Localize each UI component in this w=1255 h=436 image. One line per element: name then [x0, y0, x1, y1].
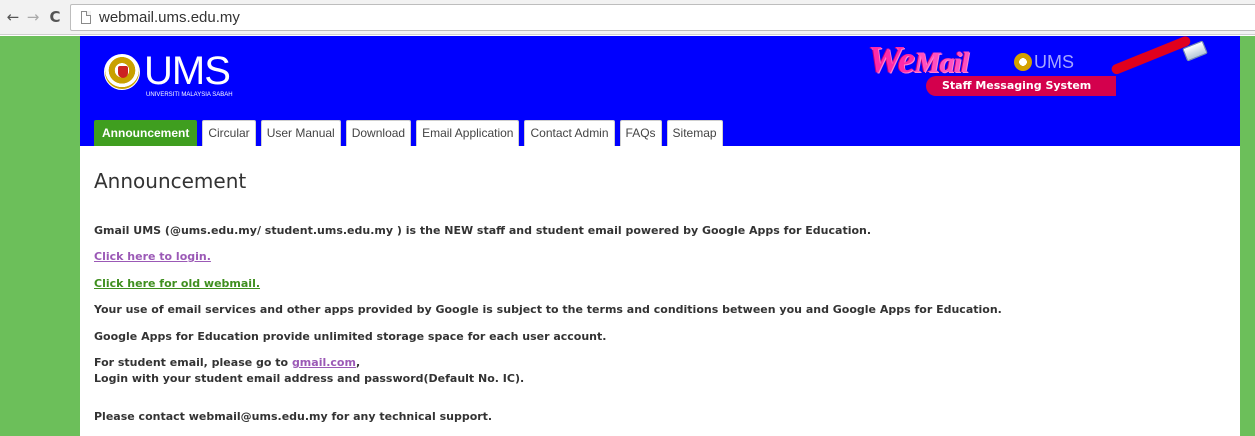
main-nav-tabs: Announcement Circular User Manual Downlo…	[94, 120, 723, 146]
browser-toolbar: ← → C webmail.ums.edu.my	[0, 0, 1255, 35]
login-paragraph: Click here to login.	[94, 250, 211, 264]
address-bar-url[interactable]: webmail.ums.edu.my	[99, 9, 240, 27]
webmail-tagline: Staff Messaging System	[942, 79, 1092, 92]
ums-logo-subtext: UNIVERSITI MALAYSIA SABAH	[146, 92, 233, 98]
login-link[interactable]: Click here to login.	[94, 250, 211, 263]
page-icon	[81, 11, 91, 24]
terms-text: Your use of email services and other app…	[94, 303, 1002, 316]
tab-user-manual[interactable]: User Manual	[260, 120, 341, 146]
site-header: UMS UNIVERSITI MALAYSIA SABAH WeMail UMS…	[80, 34, 1240, 146]
network-cable-icon	[1110, 34, 1192, 76]
site-container: UMS UNIVERSITI MALAYSIA SABAH WeMail UMS…	[80, 34, 1240, 436]
forward-arrow-icon[interactable]: →	[24, 8, 42, 26]
ums-crest-icon	[104, 54, 140, 90]
webmail-logo-we: We	[868, 39, 915, 81]
address-bar[interactable]: webmail.ums.edu.my	[70, 4, 1255, 31]
student-email-prefix: For student email, please go to	[94, 356, 292, 369]
webmail-logo-ums: UMS	[1034, 52, 1074, 72]
page-title: Announcement	[94, 169, 247, 193]
crest-shield-icon	[118, 66, 128, 78]
back-arrow-icon[interactable]: ←	[4, 8, 22, 26]
tab-announcement[interactable]: Announcement	[94, 120, 198, 146]
tab-circular[interactable]: Circular	[202, 120, 256, 146]
student-email-suffix: ,	[355, 356, 361, 369]
storage-text: Google Apps for Education provide unlimi…	[94, 330, 607, 343]
old-webmail-paragraph: Click here for old webmail.	[94, 277, 260, 291]
intro-text: Gmail UMS (@ums.edu.my/ student.ums.edu.…	[94, 224, 872, 237]
support-text: Please contact webmail@ums.edu.my for an…	[94, 410, 493, 423]
student-email-text: For student email, please go to gmail.co…	[94, 356, 360, 370]
webmail-crest-icon	[1014, 53, 1032, 71]
student-login-text: Login with your student email address an…	[94, 372, 525, 385]
tab-faqs[interactable]: FAQs	[619, 120, 662, 146]
tab-email-application[interactable]: Email Application	[416, 120, 520, 146]
webmail-logo: WeMail UMS Staff Messaging System	[868, 34, 1208, 100]
old-webmail-link[interactable]: Click here for old webmail.	[94, 277, 260, 290]
tab-sitemap[interactable]: Sitemap	[666, 120, 723, 146]
gmail-link[interactable]: gmail.com	[292, 356, 356, 369]
tab-download[interactable]: Download	[345, 120, 412, 146]
ums-logo-text: UMS	[144, 49, 231, 93]
webmail-logo-mail: Mail	[913, 46, 969, 79]
tab-contact-admin[interactable]: Contact Admin	[524, 120, 615, 146]
reload-icon[interactable]: C	[46, 8, 64, 26]
